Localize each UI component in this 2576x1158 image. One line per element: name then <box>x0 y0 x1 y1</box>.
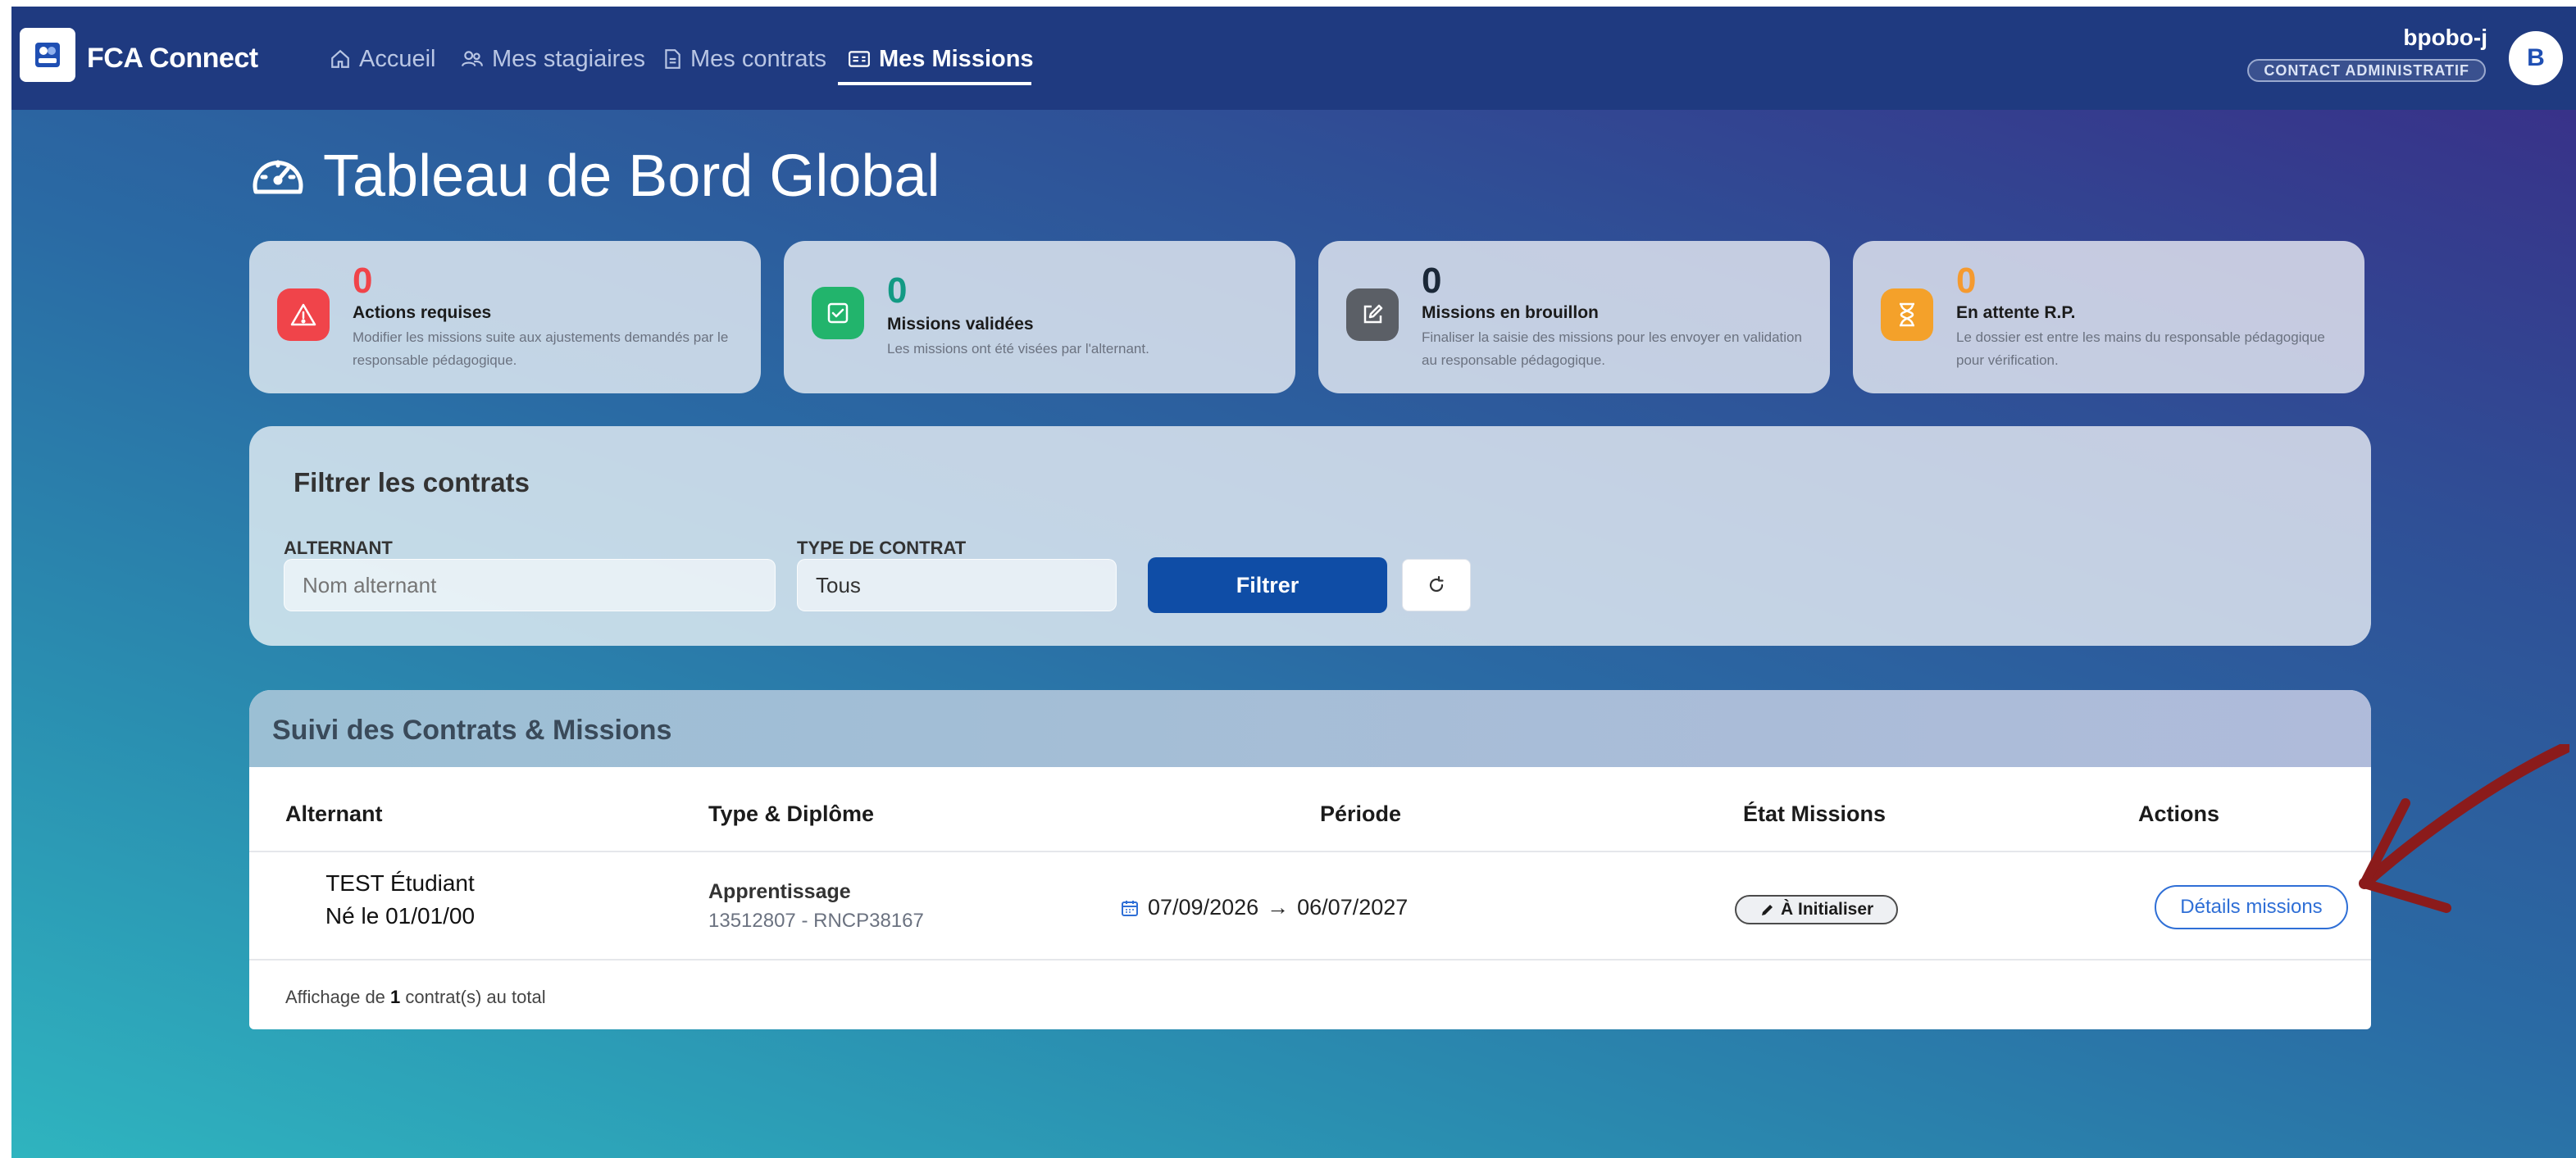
period-arrow: → <box>1267 895 1290 920</box>
nav-label: Mes contrats <box>690 45 826 72</box>
column-header-type-diplome: Type & Diplôme <box>708 802 875 826</box>
avatar[interactable]: B <box>2509 31 2563 85</box>
period-start: 07/09/2026 <box>1148 895 1259 920</box>
filter-panel: Filtrer les contrats ALTERNANT TYPE DE C… <box>249 426 2371 646</box>
period-cell: 07/09/2026 → 06/07/2027 <box>1120 895 1408 920</box>
check-square-icon <box>812 287 864 339</box>
footer-count: 1 <box>390 987 401 1007</box>
alternant-cell: TEST Étudiant Né le 01/01/00 <box>285 867 515 933</box>
stat-card-missions-brouillon[interactable]: 0 Missions en brouillon Finaliser la sai… <box>1318 241 1830 393</box>
stat-value: 0 <box>887 270 908 311</box>
stat-desc: Finaliser la saisie des missions pour le… <box>1422 329 1802 368</box>
row-divider <box>249 959 2371 960</box>
stat-card-missions-validees[interactable]: 0 Missions validées Les missions ont été… <box>784 241 1295 393</box>
stat-label: Missions en brouillon <box>1422 303 1599 322</box>
table-footer: Affichage de 1 contrat(s) au total <box>285 987 546 1008</box>
fca-logo-icon[interactable] <box>20 28 75 82</box>
top-navbar: FCA Connect Accueil Mes stagiaires Mes c… <box>11 7 2576 110</box>
alternant-search-input[interactable] <box>284 559 776 611</box>
details-missions-button[interactable]: Détails missions <box>2155 885 2348 929</box>
nav-item-mes-missions[interactable]: Mes Missions <box>848 43 1034 75</box>
home-icon <box>331 49 349 68</box>
users-icon <box>462 51 483 66</box>
stat-card-actions-requises[interactable]: 0 Actions requises Modifier les missions… <box>249 241 761 393</box>
stat-desc: Modifier les missions suite aux ajusteme… <box>353 329 729 368</box>
footer-suffix: contrat(s) au total <box>400 987 546 1007</box>
alternant-name: TEST Étudiant <box>325 870 475 896</box>
filter-title: Filtrer les contrats <box>294 467 530 497</box>
stat-value: 0 <box>1422 261 1442 301</box>
footer-prefix: Affichage de <box>285 987 391 1007</box>
stat-value: 0 <box>1956 261 1977 301</box>
nav-label: Mes Missions <box>879 45 1034 72</box>
status-label: À Initialiser <box>1781 900 1874 919</box>
active-nav-indicator <box>838 82 1031 85</box>
edit-icon <box>1346 288 1399 341</box>
page-title: Tableau de Bord Global <box>249 143 940 210</box>
refresh-icon <box>1429 575 1444 593</box>
contract-type-select[interactable]: Tous <box>797 559 1117 611</box>
user-name[interactable]: bpobo-j <box>2403 25 2487 51</box>
header-divider <box>249 851 2371 852</box>
period-end: 06/07/2027 <box>1297 895 1409 920</box>
status-badge: À Initialiser <box>1735 895 1899 924</box>
calendar-icon <box>1122 900 1138 916</box>
reset-filter-button[interactable] <box>1402 559 1471 611</box>
table-title: Suivi des Contrats & Missions <box>272 715 672 746</box>
stat-label: En attente R.P. <box>1956 303 2076 322</box>
nav-label: Mes stagiaires <box>492 45 645 72</box>
nav-item-mes-stagiaires[interactable]: Mes stagiaires <box>461 43 645 75</box>
column-header-actions: Actions <box>2138 802 2220 826</box>
annotation-arrow-icon <box>2359 744 2569 913</box>
stat-label: Missions validées <box>887 315 1034 334</box>
column-header-etat-missions: État Missions <box>1743 802 1886 826</box>
nav-item-accueil[interactable]: Accueil <box>330 43 436 75</box>
nav-item-mes-contrats[interactable]: Mes contrats <box>662 43 826 75</box>
document-icon <box>665 49 680 69</box>
id-card-icon <box>849 51 870 67</box>
alternant-birthdate: Né le 01/01/00 <box>325 903 476 929</box>
pencil-icon <box>1762 905 1773 915</box>
stat-label: Actions requises <box>353 303 492 322</box>
filter-button[interactable]: Filtrer <box>1148 557 1387 613</box>
user-role-badge: CONTACT ADMINISTRATIF <box>2247 59 2486 82</box>
contracts-table-panel: Suivi des Contrats & Missions Alternant … <box>249 690 2371 1029</box>
contract-code: 13512807 - RNCP38167 <box>708 910 924 932</box>
page-title-text: Tableau de Bord Global <box>323 143 940 209</box>
nav-label: Accueil <box>359 45 436 72</box>
alternant-label: ALTERNANT <box>284 538 393 558</box>
app-brand[interactable]: FCA Connect <box>87 43 258 75</box>
dashboard-gauge-icon <box>253 160 303 194</box>
warning-icon <box>277 288 330 341</box>
stat-card-en-attente-rp[interactable]: 0 En attente R.P. Le dossier est entre l… <box>1853 241 2364 393</box>
hourglass-icon <box>1881 288 1933 341</box>
stat-desc: Les missions ont été visées par l'altern… <box>887 341 1149 356</box>
contract-type: Apprentissage <box>708 880 851 903</box>
column-header-periode: Période <box>1320 802 1402 826</box>
column-header-alternant: Alternant <box>285 802 383 826</box>
app-frame: FCA Connect Accueil Mes stagiaires Mes c… <box>11 7 2576 1158</box>
stat-value: 0 <box>353 261 373 301</box>
contract-type-label: TYPE DE CONTRAT <box>797 538 967 558</box>
stat-desc: Le dossier est entre les mains du respon… <box>1956 329 2325 368</box>
